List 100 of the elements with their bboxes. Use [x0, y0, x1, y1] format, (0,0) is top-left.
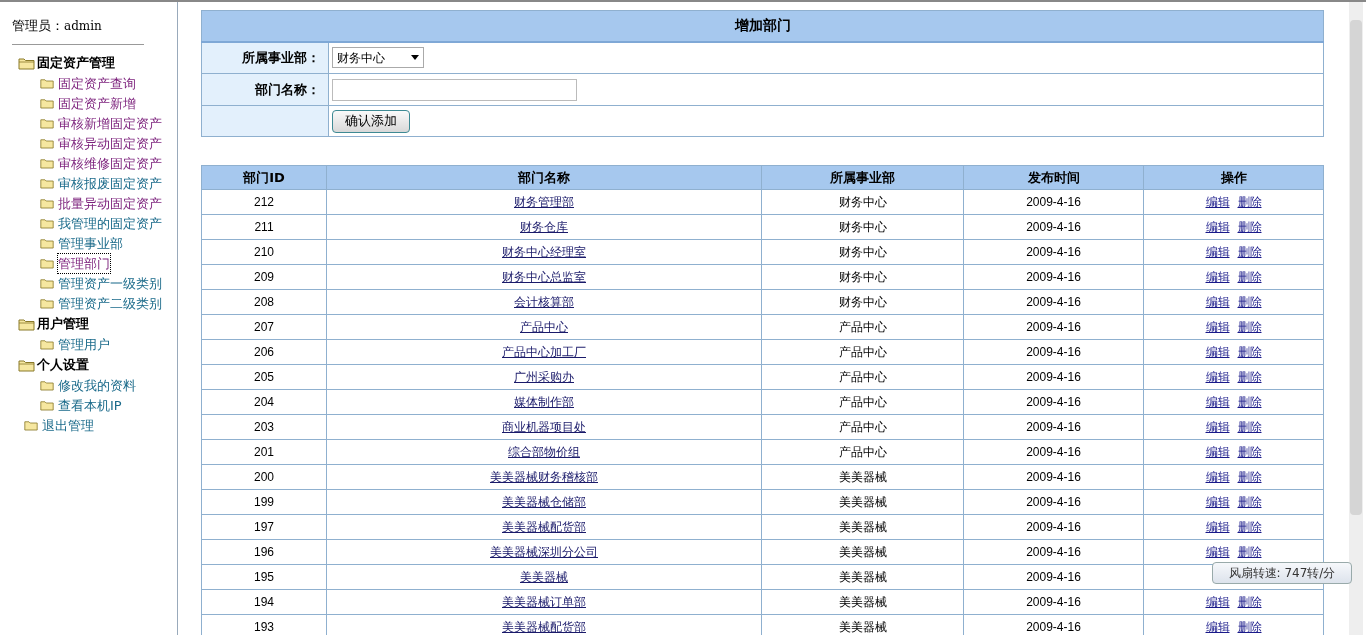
action-link[interactable]: 编辑 [1205, 293, 1230, 311]
action-link[interactable]: 删除 [1237, 468, 1262, 486]
folder-icon [40, 98, 54, 109]
action-link[interactable]: 删除 [1237, 443, 1262, 461]
department-link[interactable]: 财务中心经理室 [502, 245, 586, 259]
table-cell: 2009-4-16 [963, 339, 1144, 365]
action-link[interactable]: 编辑 [1205, 468, 1230, 486]
department-link[interactable]: 广州采购办 [514, 370, 574, 384]
department-link[interactable]: 财务中心总监室 [502, 270, 586, 284]
department-link[interactable]: 财务仓库 [520, 220, 568, 234]
action-link[interactable]: 删除 [1237, 393, 1262, 411]
action-link[interactable]: 删除 [1237, 493, 1262, 511]
table-cell: 2009-4-16 [963, 489, 1144, 515]
action-link[interactable]: 编辑 [1205, 593, 1230, 611]
action-link[interactable]: 删除 [1237, 593, 1262, 611]
action-link[interactable]: 删除 [1237, 418, 1262, 436]
action-link[interactable]: 删除 [1237, 368, 1262, 386]
action-link[interactable]: 删除 [1237, 543, 1262, 561]
action-link[interactable]: 编辑 [1205, 418, 1230, 436]
department-link[interactable]: 综合部物价组 [508, 445, 580, 459]
action-link[interactable]: 删除 [1237, 193, 1262, 211]
division-select[interactable]: 财务中心 [332, 47, 424, 69]
folder-icon [24, 420, 38, 431]
sidebar-link[interactable]: 审核新增固定资产 [58, 113, 162, 134]
table-cell: 2009-4-16 [963, 514, 1144, 540]
sidebar-link[interactable]: 管理资产二级类别 [58, 293, 162, 314]
department-link[interactable]: 美美器械仓储部 [502, 495, 586, 509]
sidebar-link[interactable]: 查看本机IP [58, 395, 122, 416]
table-cell: 201 [201, 439, 327, 465]
department-link[interactable]: 财务管理部 [514, 195, 574, 209]
folder-icon [40, 238, 54, 249]
folder-icon [40, 278, 54, 289]
action-link[interactable]: 编辑 [1205, 243, 1230, 261]
table-cell: 196 [201, 539, 327, 565]
department-link[interactable]: 美美器械配货部 [502, 620, 586, 634]
logout-link[interactable]: 退出管理 [42, 415, 94, 436]
table-cell: 195 [201, 564, 327, 590]
department-link[interactable]: 美美器械订单部 [502, 595, 586, 609]
sidebar-link[interactable]: 固定资产查询 [58, 73, 136, 94]
tooltip: 风扇转速: 747转/分 [1212, 562, 1352, 584]
sidebar-link[interactable]: 批量异动固定资产 [58, 193, 162, 214]
sidebar-link[interactable]: 固定资产新增 [58, 93, 136, 114]
department-link[interactable]: 产品中心 [520, 320, 568, 334]
action-link[interactable]: 删除 [1237, 293, 1262, 311]
sidebar-group-title[interactable]: 用户管理 [37, 314, 89, 334]
action-link[interactable]: 删除 [1237, 618, 1262, 635]
action-link[interactable]: 删除 [1237, 268, 1262, 286]
table-cell: 2009-4-16 [963, 564, 1144, 590]
sidebar-group-title[interactable]: 固定资产管理 [37, 53, 115, 73]
folder-icon [40, 118, 54, 129]
sidebar-link[interactable]: 审核异动固定资产 [58, 133, 162, 154]
department-link[interactable]: 商业机器项目处 [502, 420, 586, 434]
action-link[interactable]: 编辑 [1205, 543, 1230, 561]
action-link[interactable]: 编辑 [1205, 218, 1230, 236]
department-link[interactable]: 媒体制作部 [514, 395, 574, 409]
folder-icon [18, 358, 35, 372]
sidebar-group-title[interactable]: 个人设置 [37, 355, 89, 375]
sidebar-link[interactable]: 管理事业部 [58, 233, 123, 254]
action-link[interactable]: 编辑 [1205, 518, 1230, 536]
table-cell: 美美器械 [761, 539, 964, 565]
action-link[interactable]: 编辑 [1205, 193, 1230, 211]
department-link[interactable]: 会计核算部 [514, 295, 574, 309]
action-link[interactable]: 删除 [1237, 218, 1262, 236]
department-link[interactable]: 美美器械深圳分公司 [490, 545, 598, 559]
action-link[interactable]: 删除 [1237, 343, 1262, 361]
sidebar-link[interactable]: 审核维修固定资产 [58, 153, 162, 174]
action-link[interactable]: 删除 [1237, 518, 1262, 536]
sidebar-link[interactable]: 我管理的固定资产 [58, 213, 162, 234]
name-input[interactable] [332, 78, 577, 101]
table-cell: 206 [201, 339, 327, 365]
column-header: 部门ID [201, 165, 327, 190]
table-cell: 财务中心 [761, 289, 964, 315]
department-link[interactable]: 美美器械 [520, 570, 568, 584]
department-link[interactable]: 美美器械财务稽核部 [490, 470, 598, 484]
submit-button[interactable]: 确认添加 [332, 109, 410, 133]
folder-icon [40, 298, 54, 309]
sidebar-link[interactable]: 修改我的资料 [58, 375, 136, 396]
action-link[interactable]: 编辑 [1205, 343, 1230, 361]
folder-icon [40, 258, 54, 269]
action-link[interactable]: 编辑 [1205, 393, 1230, 411]
action-link[interactable]: 编辑 [1205, 368, 1230, 386]
sidebar-link[interactable]: 管理资产一级类别 [58, 273, 162, 294]
department-link[interactable]: 产品中心加工厂 [502, 345, 586, 359]
table-cell: 财务中心 [761, 214, 964, 240]
action-link[interactable]: 编辑 [1205, 493, 1230, 511]
action-link[interactable]: 编辑 [1205, 618, 1230, 635]
action-link[interactable]: 删除 [1237, 318, 1262, 336]
department-link[interactable]: 美美器械配货部 [502, 520, 586, 534]
action-link[interactable]: 编辑 [1205, 443, 1230, 461]
action-link[interactable]: 编辑 [1205, 318, 1230, 336]
table-cell: 产品中心 [761, 389, 964, 415]
scrollbar[interactable] [1349, 2, 1363, 635]
sidebar-link[interactable]: 审核报废固定资产 [58, 173, 162, 194]
action-link[interactable]: 删除 [1237, 243, 1262, 261]
table-cell: 财务中心 [761, 189, 964, 215]
sidebar-link[interactable]: 管理用户 [58, 334, 110, 355]
table-cell: 197 [201, 514, 327, 540]
sidebar-link[interactable]: 管理部门 [58, 253, 110, 274]
action-link[interactable]: 编辑 [1205, 268, 1230, 286]
table-cell: 205 [201, 364, 327, 390]
